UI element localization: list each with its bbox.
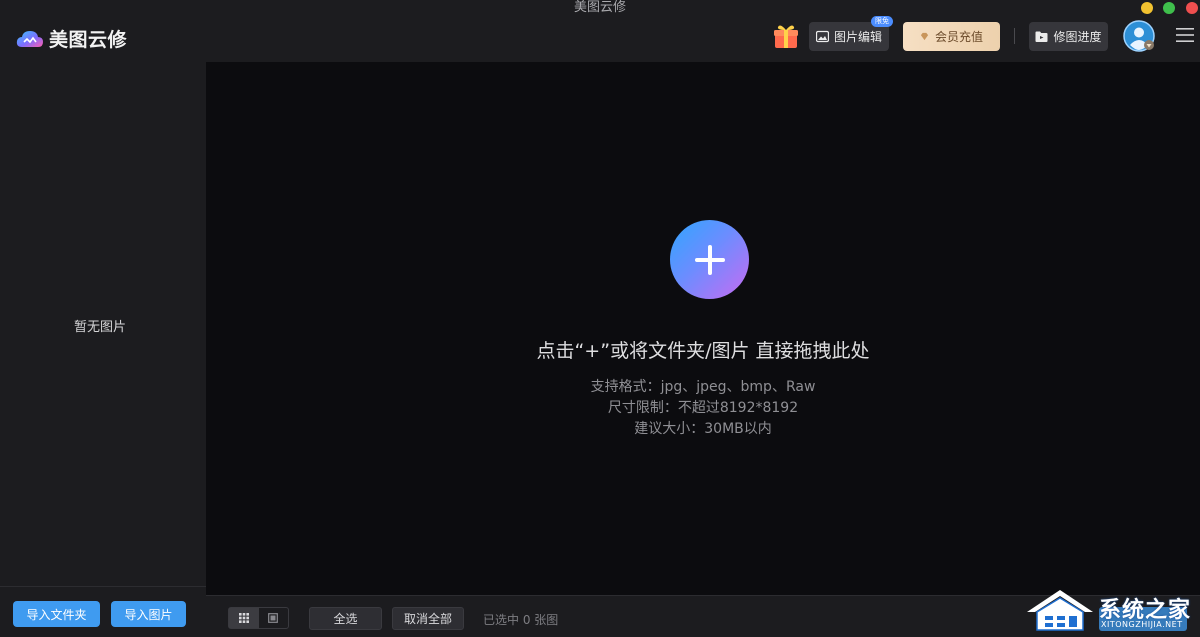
grid-view-button[interactable]	[229, 608, 259, 628]
title-bar: 美图云修 美图云修 图片编辑 限免 会员充值 修图进度	[0, 0, 1200, 62]
user-avatar[interactable]	[1123, 20, 1155, 52]
supported-formats-text: 支持格式：jpg、jpeg、bmp、Raw	[590, 379, 816, 395]
import-folder-button[interactable]: 导入文件夹	[13, 601, 100, 627]
watermark-url: XITONGZHIJIA.NET	[1101, 620, 1183, 629]
sidebar-footer: 导入文件夹 导入图片	[0, 586, 206, 637]
deselect-all-button[interactable]: 取消全部	[392, 607, 464, 630]
image-icon	[815, 30, 829, 43]
site-watermark: 系统之家 XITONGZHIJIA.NET	[1023, 584, 1200, 637]
image-edit-label: 图片编辑	[833, 30, 882, 44]
hamburger-menu-icon[interactable]	[1176, 26, 1194, 44]
recommended-size-text: 建议大小：30MB以内	[634, 421, 772, 437]
retouch-progress-button[interactable]: 修图进度	[1029, 22, 1108, 51]
gift-icon[interactable]	[772, 22, 800, 50]
plus-icon	[694, 244, 725, 275]
single-view-button[interactable]	[259, 608, 289, 628]
diamond-icon	[920, 32, 929, 41]
image-sidebar: 暂无图片 导入文件夹 导入图片	[0, 62, 206, 637]
size-limit-text: 尺寸限制：不超过8192*8192	[607, 400, 799, 416]
close-button[interactable]	[1186, 2, 1198, 14]
drop-zone[interactable]: 点击“+”或将文件夹/图片 直接拖拽此处 支持格式：jpg、jpeg、bmp、R…	[206, 62, 1200, 595]
no-images-text: 暂无图片	[73, 320, 126, 335]
view-mode-toggle	[228, 607, 289, 629]
app-logo: 美图云修	[16, 25, 127, 52]
selected-count-text: 已选中 0 张图	[483, 613, 559, 627]
free-badge: 限免	[871, 16, 893, 27]
folder-icon	[1035, 31, 1048, 42]
add-button[interactable]	[670, 220, 749, 299]
house-logo-icon	[1027, 590, 1093, 631]
header-divider	[1014, 28, 1015, 44]
import-image-button[interactable]: 导入图片	[111, 601, 186, 627]
single-image-icon	[268, 613, 279, 623]
vip-recharge-label: 会员充值	[934, 30, 983, 44]
meitu-cloud-logo-icon	[16, 30, 43, 47]
app-name: 美图云修	[49, 29, 128, 51]
drop-instruction: 点击“+”或将文件夹/图片 直接拖拽此处	[536, 340, 870, 362]
retouch-progress-label: 修图进度	[1053, 30, 1102, 44]
select-all-button[interactable]: 全选	[309, 607, 382, 630]
window-title: 美图云修	[573, 0, 626, 15]
vip-recharge-button[interactable]: 会员充值	[903, 22, 1000, 51]
minimize-button[interactable]	[1141, 2, 1153, 14]
maximize-button[interactable]	[1163, 2, 1175, 14]
grid-icon	[238, 613, 249, 623]
